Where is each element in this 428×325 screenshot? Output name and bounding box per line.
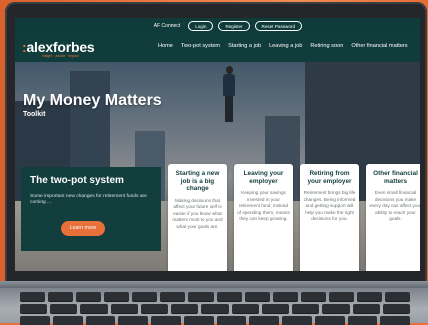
key	[261, 304, 290, 313]
card-starting-a-job[interactable]: Starting a new job is a big change Makin…	[168, 164, 227, 271]
key	[183, 316, 214, 325]
login-button[interactable]: Login	[188, 21, 214, 31]
key	[50, 304, 78, 313]
key	[20, 292, 46, 301]
card-text: Retirement brings big life changes. Bein…	[303, 190, 356, 222]
card-retiring[interactable]: Retiring from your employer Retirement b…	[300, 164, 359, 271]
nav-item-home[interactable]: Home	[158, 43, 173, 49]
nav-item-retiring-soon[interactable]: Retiring soon	[310, 43, 343, 49]
key	[201, 304, 229, 313]
main-navbar: :alexforbes insight · advice · impact Ho…	[15, 34, 420, 62]
key	[382, 304, 411, 313]
page-subtitle: Toolkit	[23, 111, 46, 118]
key	[272, 292, 298, 301]
card-text: Even small financial decisions you make …	[369, 190, 420, 222]
card-text: Making decisions that affect your future…	[172, 197, 223, 229]
card-title: Leaving your employer	[243, 170, 284, 185]
key	[52, 316, 83, 325]
key	[85, 316, 116, 325]
laptop-screen: AF Connect Login Register Reset Password…	[15, 18, 420, 271]
key	[76, 292, 102, 301]
key	[140, 304, 169, 313]
card-leaving-employer[interactable]: Leaving your employer Keeping your savin…	[234, 164, 293, 271]
af-connect-label: AF Connect	[153, 23, 181, 29]
key	[132, 292, 158, 301]
key	[300, 292, 326, 301]
key	[244, 292, 270, 301]
card-title: Other financial matters	[373, 170, 418, 185]
key	[380, 316, 410, 325]
key	[80, 304, 108, 313]
walking-person-image	[222, 66, 236, 122]
page-title: My Money Matters	[23, 92, 162, 109]
promo-title: The two-pot system	[30, 175, 124, 186]
nav-item-starting-a-job[interactable]: Starting a job	[228, 43, 261, 49]
key	[104, 292, 130, 301]
key	[216, 316, 247, 325]
key	[160, 292, 186, 301]
hero-banner: My Money Matters Toolkit The two-pot sys…	[15, 62, 420, 271]
key	[347, 316, 378, 325]
nav-item-two-pot-system[interactable]: Two-pot system	[181, 43, 220, 49]
key	[282, 316, 312, 325]
keyboard	[20, 292, 411, 325]
key	[110, 304, 138, 313]
utility-bar: AF Connect Login Register Reset Password	[15, 18, 420, 34]
key	[216, 292, 242, 301]
reset-password-button[interactable]: Reset Password	[254, 21, 302, 31]
key	[118, 316, 148, 325]
key	[356, 292, 383, 301]
primary-nav: Home Two-pot system Starting a job Leavi…	[158, 43, 408, 49]
key	[20, 316, 50, 325]
key	[352, 304, 380, 313]
key	[151, 316, 181, 325]
card-text: Keeping your savings invested in your re…	[237, 190, 290, 222]
promo-text: Some important new changes for retiremen…	[30, 194, 147, 205]
two-pot-promo-panel: The two-pot system Some important new ch…	[21, 167, 161, 251]
key	[385, 292, 411, 301]
register-button[interactable]: Register	[218, 21, 250, 31]
key	[314, 316, 345, 325]
key	[188, 292, 214, 301]
nav-item-leaving-a-job[interactable]: Leaving a job	[269, 43, 302, 49]
key	[171, 304, 199, 313]
card-title: Starting a new job is a big change	[175, 170, 220, 192]
key	[48, 292, 74, 301]
key	[322, 304, 350, 313]
card-other-financial-matters[interactable]: Other financial matters Even small finan…	[366, 164, 420, 271]
key	[328, 292, 354, 301]
key	[20, 304, 48, 313]
key	[231, 304, 259, 313]
card-title: Retiring from your employer	[307, 170, 352, 185]
brand-tagline: insight · advice · impact	[42, 54, 79, 58]
key	[292, 304, 320, 313]
brand-logo[interactable]: :alexforbes	[22, 39, 95, 55]
key	[249, 316, 279, 325]
learn-more-button[interactable]: Learn more	[61, 221, 105, 236]
nav-item-other-financial-matters[interactable]: Other financial matters	[351, 43, 407, 49]
